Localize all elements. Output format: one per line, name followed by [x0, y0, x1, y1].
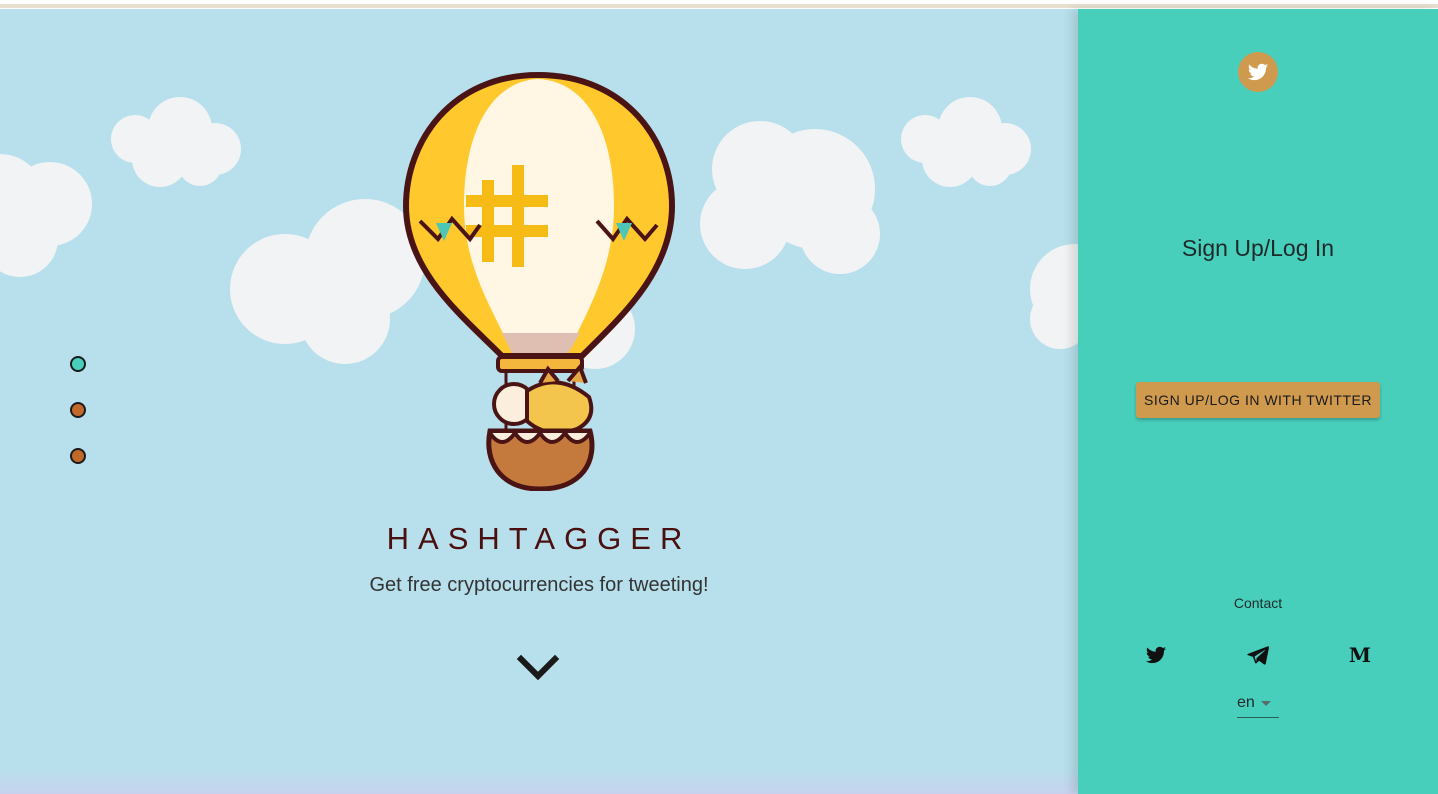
slide-indicator-3[interactable]: [70, 448, 86, 464]
caret-down-icon: [1261, 701, 1271, 706]
hero-bottom-fade: [0, 768, 1078, 794]
cloud-image: [901, 97, 1031, 187]
chevron-down-icon[interactable]: [515, 649, 561, 685]
twitter-icon: [1145, 646, 1167, 664]
twitter-logo-badge: [1238, 52, 1278, 92]
cloud-image: [1030, 244, 1078, 349]
hero-section: HASHTAGGER Get free cryptocurrencies for…: [0, 9, 1078, 794]
language-value: en: [1237, 694, 1255, 711]
telegram-link[interactable]: [1245, 643, 1271, 667]
twitter-login-button[interactable]: SIGN UP/LOG IN WITH TWITTER: [1136, 382, 1380, 418]
slide-indicator-2[interactable]: [70, 402, 86, 418]
medium-link[interactable]: M: [1347, 643, 1373, 667]
brand-title: HASHTAGGER: [386, 521, 692, 556]
cloud-image: [111, 97, 241, 187]
slide-indicator-1[interactable]: [70, 356, 86, 372]
login-panel: Sign Up/Log In SIGN UP/LOG IN WITH TWITT…: [1078, 9, 1438, 794]
cloud-image: [700, 121, 880, 274]
contact-label: Contact: [1233, 595, 1283, 611]
twitter-icon: [1247, 63, 1269, 81]
twitter-link[interactable]: [1143, 643, 1169, 667]
hot-air-balloon-illustration: [402, 71, 676, 491]
top-bar: [0, 0, 1438, 9]
cloud-image: [0, 154, 92, 277]
language-select[interactable]: en: [1237, 693, 1279, 718]
medium-icon: M: [1349, 645, 1371, 665]
telegram-icon: [1247, 646, 1269, 665]
tagline: Get free cryptocurrencies for tweeting!: [369, 574, 709, 596]
svg-text:M: M: [1349, 645, 1371, 665]
top-bar-line: [0, 4, 1438, 8]
panel-title: Sign Up/Log In: [1181, 235, 1335, 261]
